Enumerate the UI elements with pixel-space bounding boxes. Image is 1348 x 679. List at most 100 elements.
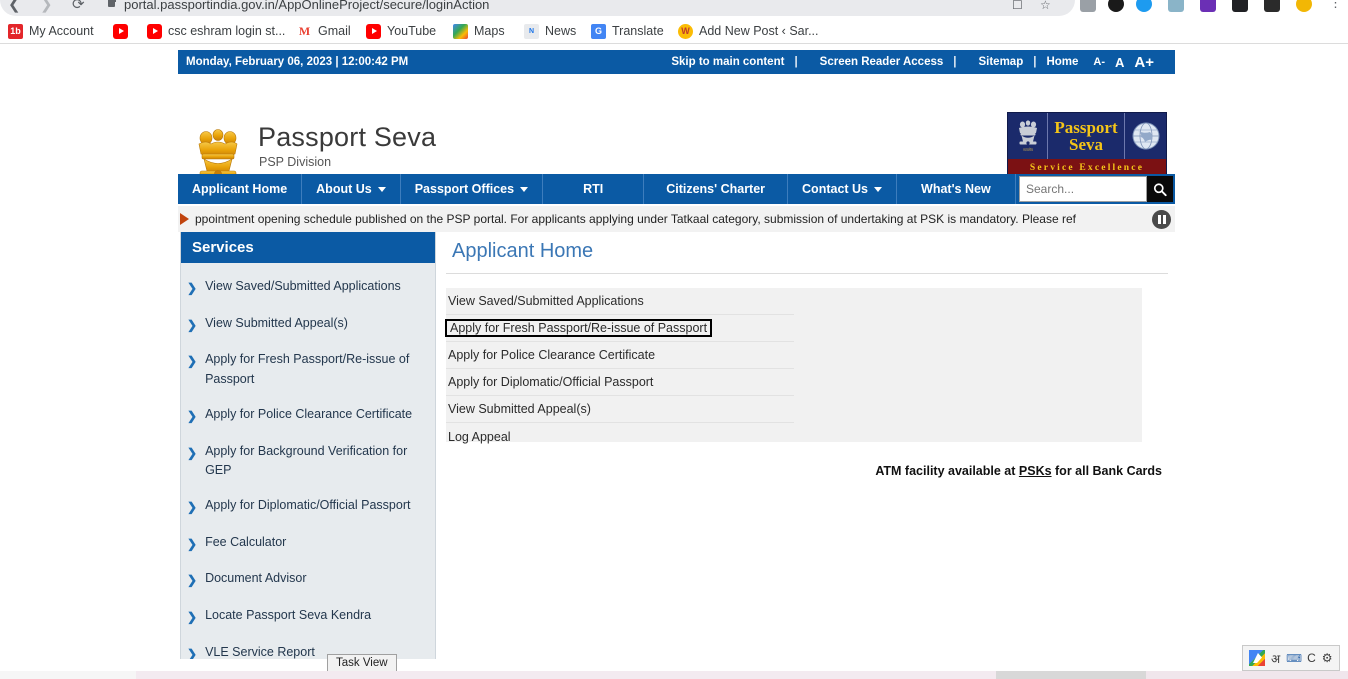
chevron-right-icon: ❯ — [187, 408, 198, 423]
bookmark-label: csc eshram login st... — [168, 24, 286, 38]
menu-row: View Submitted Appeal(s) — [446, 396, 794, 423]
nav-item-citizens-charter[interactable]: Citizens' Charter — [644, 174, 789, 204]
sidebar-item-apply-diplomatic-official-passport[interactable]: ❯ Apply for Diplomatic/Official Passport — [181, 496, 435, 517]
sidebar-item-label: Apply for Fresh Passport/Re-issue of Pas… — [205, 352, 410, 386]
sitemap-link[interactable]: Sitemap — [956, 56, 1033, 68]
menu-link-log-appeal[interactable]: Log Appeal — [448, 430, 511, 444]
share-icon[interactable]: ☐ — [1012, 0, 1023, 12]
chevron-right-icon: ❯ — [187, 646, 198, 659]
bookmark-label: Add New Post ‹ Sar... — [699, 24, 819, 38]
sidebar-item-apply-background-verification-gep[interactable]: ❯ Apply for Background Verification for … — [181, 442, 435, 481]
bookmark-star-icon[interactable]: ☆ — [1040, 0, 1051, 12]
ime-language-indicator[interactable]: अ — [1271, 650, 1280, 667]
sidebar-item-apply-police-clearance[interactable]: ❯ Apply for Police Clearance Certificate — [181, 405, 435, 426]
sidebar-item-label: Apply for Police Clearance Certificate — [205, 406, 413, 421]
menu-link-apply-fresh-passport[interactable]: Apply for Fresh Passport/Re-issue of Pas… — [445, 318, 713, 338]
extension-icon-1[interactable] — [1080, 0, 1096, 12]
services-list: ❯ View Saved/Submitted Applications ❯ Vi… — [181, 263, 435, 659]
nav-item-contact-us[interactable]: Contact Us — [788, 174, 898, 204]
forward-arrow-icon[interactable]: ❯ — [40, 0, 53, 14]
logo-line-1: Passport — [1054, 118, 1118, 137]
psk-link[interactable]: PSKs — [1019, 464, 1052, 478]
extension-icon-8[interactable] — [1296, 0, 1312, 12]
extension-icon-5[interactable] — [1200, 0, 1216, 12]
nav-label: Citizens' Charter — [666, 182, 766, 196]
back-arrow-icon[interactable]: ❮ — [8, 0, 21, 14]
nav-item-passport-offices[interactable]: Passport Offices — [401, 174, 544, 204]
font-increase-button[interactable]: A+ — [1129, 54, 1159, 71]
sidebar-item-view-saved-submitted-applications[interactable]: ❯ View Saved/Submitted Applications — [181, 277, 435, 298]
google-translate-icon: G — [591, 23, 606, 39]
india-emblem-small-icon: सत्यमेव — [1008, 113, 1048, 159]
separator: | — [794, 56, 798, 68]
font-decrease-button[interactable]: A- — [1088, 56, 1110, 68]
separator: | — [953, 56, 957, 68]
sidebar-item-locate-passport-seva-kendra[interactable]: ❯ Locate Passport Seva Kendra — [181, 606, 435, 627]
url-text[interactable]: portal.passportindia.gov.in/AppOnlinePro… — [124, 0, 489, 12]
search-icon — [1153, 182, 1167, 196]
sidebar-item-label: VLE Service Report — [205, 644, 315, 659]
bookmark-youtube-1[interactable] — [113, 18, 134, 44]
play-arrow-icon — [180, 213, 189, 225]
sidebar-item-apply-fresh-passport[interactable]: ❯ Apply for Fresh Passport/Re-issue of P… — [181, 350, 435, 389]
menu-link-apply-police-clearance[interactable]: Apply for Police Clearance Certificate — [448, 348, 655, 362]
font-normal-button[interactable]: A — [1110, 55, 1129, 70]
nav-item-whats-new[interactable]: What's New — [897, 174, 1016, 204]
search-button[interactable] — [1147, 176, 1173, 202]
chevron-down-icon — [377, 186, 386, 192]
page-right-margin — [1165, 88, 1348, 659]
extension-icon-3[interactable] — [1136, 0, 1152, 12]
nav-label: Passport Offices — [414, 182, 515, 196]
nav-label: What's New — [921, 182, 991, 196]
bookmark-translate[interactable]: G Translate — [591, 18, 664, 44]
keyboard-icon[interactable]: ⌨ — [1286, 652, 1302, 665]
sidebar-item-label: Apply for Diplomatic/Official Passport — [205, 498, 411, 513]
extension-icon-7[interactable] — [1264, 0, 1280, 12]
extension-icon-4[interactable] — [1168, 0, 1184, 12]
menu-row: Log Appeal — [446, 423, 794, 450]
nav-item-rti[interactable]: RTI — [543, 174, 645, 204]
site-title: Passport Seva — [258, 122, 437, 152]
bookmark-csc-eshram[interactable]: csc eshram login st... — [147, 18, 285, 44]
atm-notice-pre: ATM facility available at — [875, 464, 1019, 478]
separator: | — [1033, 56, 1037, 68]
chrome-menu-icon[interactable]: ⋮ — [1329, 0, 1342, 10]
menu-link-view-saved-submitted-applications[interactable]: View Saved/Submitted Applications — [448, 294, 644, 308]
screen-reader-access-link[interactable]: Screen Reader Access — [798, 56, 954, 68]
page-viewport: Monday, February 06, 2023 | 12:00:42 PM … — [0, 44, 1348, 659]
home-link[interactable]: Home — [1036, 56, 1088, 68]
desktop-strip-seg-4 — [1146, 671, 1348, 679]
nav-item-about-us[interactable]: About Us — [302, 174, 401, 204]
bookmark-youtube-2[interactable]: YouTube — [366, 18, 436, 44]
sidebar-item-view-submitted-appeals[interactable]: ❯ View Submitted Appeal(s) — [181, 314, 435, 335]
task-view-tooltip: Task View — [327, 654, 397, 672]
sidebar-item-label: View Saved/Submitted Applications — [205, 279, 401, 293]
google-input-tools-icon[interactable] — [1249, 650, 1265, 666]
bookmark-news[interactable]: N News — [524, 18, 576, 44]
search-input[interactable] — [1019, 176, 1147, 202]
desktop-strip — [0, 671, 1348, 679]
gear-icon[interactable]: ⚙ — [1322, 651, 1333, 665]
pause-icon[interactable] — [1152, 209, 1171, 229]
nav-item-applicant-home[interactable]: Applicant Home — [178, 174, 303, 204]
bookmark-maps[interactable]: Maps — [453, 18, 505, 44]
reload-icon[interactable]: ⟳ — [72, 0, 85, 14]
extension-icon-2[interactable] — [1108, 0, 1124, 12]
menu-row: View Saved/Submitted Applications — [446, 288, 794, 315]
bookmarks-bar: 1b My Account csc eshram login st... M G… — [0, 18, 1348, 44]
nav-label: About Us — [316, 182, 372, 196]
bookmark-label: News — [545, 24, 577, 38]
bookmark-add-new-post[interactable]: W Add New Post ‹ Sar... — [678, 18, 819, 44]
menu-link-view-submitted-appeals[interactable]: View Submitted Appeal(s) — [448, 402, 591, 416]
menu-row: Apply for Police Clearance Certificate — [446, 342, 794, 369]
sidebar-item-fee-calculator[interactable]: ❯ Fee Calculator — [181, 533, 435, 554]
menu-link-apply-diplomatic-official-passport[interactable]: Apply for Diplomatic/Official Passport — [448, 375, 653, 389]
ime-mode-indicator[interactable]: C — [1307, 651, 1316, 665]
sidebar-item-document-advisor[interactable]: ❯ Document Advisor — [181, 569, 435, 590]
skip-to-main-content-link[interactable]: Skip to main content — [661, 56, 794, 68]
bookmark-gmail[interactable]: M Gmail — [297, 18, 351, 44]
extension-icon-6[interactable] — [1232, 0, 1248, 12]
sidebar-item-vle-service-report[interactable]: ❯ VLE Service Report — [181, 643, 435, 659]
wordpress-icon: W — [678, 23, 693, 39]
bookmark-my-account[interactable]: 1b My Account — [8, 18, 94, 44]
